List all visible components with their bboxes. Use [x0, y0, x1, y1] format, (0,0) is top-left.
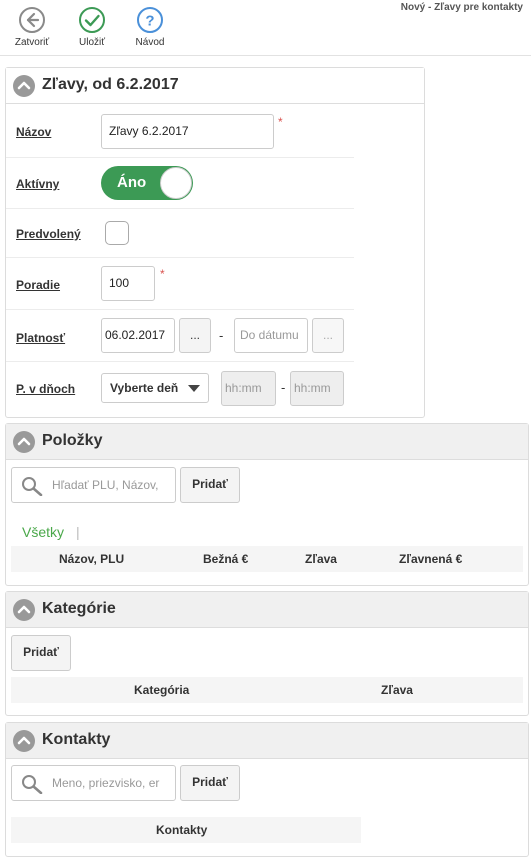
default-checkbox[interactable] — [105, 221, 129, 245]
save-label: Uložiť — [79, 37, 105, 48]
column-header[interactable]: Zľava — [381, 683, 413, 697]
contacts-add-button[interactable]: Pridať — [180, 765, 240, 801]
items-add-button[interactable]: Pridať — [180, 467, 240, 503]
default-label: Predvolený — [16, 227, 81, 241]
items-panel: Položky Hľadať PLU, Názov, Pridať Všetky… — [5, 423, 529, 586]
days-row: P. v dňoch Vyberte deň hh:mm - hh:mm — [6, 362, 354, 417]
order-input[interactable]: 100 — [101, 266, 155, 301]
active-toggle[interactable]: Áno — [101, 166, 193, 200]
window-title: Nový - Zľavy pre kontakty — [400, 2, 523, 13]
check-icon — [79, 7, 105, 33]
search-icon — [22, 477, 43, 496]
time-to-input[interactable]: hh:mm — [290, 371, 344, 406]
days-label: P. v dňoch — [16, 382, 76, 396]
help-button[interactable]: ? Návod — [125, 6, 175, 48]
contacts-title: Kontakty — [42, 731, 111, 748]
contacts-search-placeholder: Meno, priezvisko, er — [52, 776, 160, 790]
collapse-icon[interactable] — [13, 431, 35, 453]
range-dash: - — [219, 328, 224, 343]
required-mark: * — [160, 267, 165, 281]
name-input[interactable]: Zľavy 6.2.2017 — [101, 114, 274, 149]
categories-add-button[interactable]: Pridať — [11, 635, 71, 671]
name-label: Názov — [16, 125, 52, 139]
toolbar: Zatvoriť Uložiť ? Návod Nový - Zľavy pre… — [0, 0, 531, 56]
day-select[interactable]: Vyberte deň — [101, 373, 209, 403]
time-range-dash: - — [281, 380, 286, 395]
contacts-panel: Kontakty Meno, priezvisko, er Pridať Kon… — [5, 722, 529, 857]
items-panel-header[interactable]: Položky — [6, 424, 528, 460]
collapse-icon[interactable] — [13, 599, 35, 621]
column-header[interactable]: Názov, PLU — [59, 552, 124, 566]
items-search-input[interactable]: Hľadať PLU, Názov, — [11, 467, 176, 503]
categories-panel-header[interactable]: Kategórie — [6, 592, 528, 628]
toggle-label: Áno — [117, 174, 147, 191]
column-header[interactable]: Bežná € — [203, 552, 248, 566]
name-row: Názov Zľavy 6.2.2017 * — [6, 105, 354, 158]
categories-panel: Kategórie Pridať Kategória Zľava — [5, 591, 529, 716]
order-label: Poradie — [16, 278, 61, 292]
discount-panel: Zľavy, od 6.2.2017 Názov Zľavy 6.2.2017 … — [5, 67, 425, 418]
items-search-placeholder: Hľadať PLU, Názov, — [52, 478, 159, 492]
help-label: Návod — [135, 37, 165, 48]
search-icon — [22, 775, 43, 794]
categories-title: Kategórie — [42, 600, 116, 617]
save-button[interactable]: Uložiť — [67, 6, 117, 48]
items-title: Položky — [42, 432, 103, 449]
discount-title: Zľavy, od 6.2.2017 — [42, 76, 179, 93]
required-mark: * — [278, 115, 283, 129]
tab-all[interactable]: Všetky — [22, 524, 64, 540]
tab-separator: | — [76, 524, 80, 540]
svg-text:?: ? — [145, 13, 154, 30]
validity-label: Platnosť — [16, 331, 66, 345]
default-row: Predvolený — [6, 209, 354, 258]
chevron-down-icon — [188, 385, 200, 392]
collapse-icon[interactable] — [13, 730, 35, 752]
close-button[interactable]: Zatvoriť — [7, 6, 57, 48]
categories-table-header: Kategória Zľava — [11, 677, 523, 703]
column-header[interactable]: Zľava — [305, 552, 337, 566]
contacts-panel-header[interactable]: Kontakty — [6, 723, 528, 759]
discount-panel-header[interactable]: Zľavy, od 6.2.2017 — [6, 68, 424, 104]
back-arrow-icon — [19, 7, 45, 33]
day-select-value: Vyberte deň — [110, 381, 179, 395]
close-label: Zatvoriť — [14, 37, 50, 48]
contacts-search-input[interactable]: Meno, priezvisko, er — [11, 765, 176, 801]
toggle-knob — [160, 167, 192, 199]
contacts-table-header: Kontakty — [11, 817, 361, 843]
validity-row: Platnosť 06.02.2017 ... - Do dátumu ... — [6, 310, 354, 362]
items-tabs: Všetky | — [22, 524, 80, 540]
date-from-picker-button[interactable]: ... — [179, 318, 211, 353]
order-row: Poradie 100 * — [6, 258, 354, 310]
date-to-picker-button[interactable]: ... — [312, 318, 344, 353]
date-from-input[interactable]: 06.02.2017 — [101, 318, 175, 353]
active-label: Aktívny — [16, 177, 60, 191]
column-header[interactable]: Kategória — [134, 683, 189, 697]
collapse-icon[interactable] — [13, 75, 35, 97]
question-icon: ? — [137, 7, 163, 33]
active-row: Aktívny Áno — [6, 158, 354, 209]
time-from-input[interactable]: hh:mm — [221, 371, 276, 406]
date-to-input[interactable]: Do dátumu — [234, 318, 308, 353]
items-table-header: Názov, PLU Bežná € Zľava Zľavnená € — [11, 546, 523, 572]
column-header[interactable]: Kontakty — [156, 823, 207, 837]
column-header[interactable]: Zľavnená € — [399, 552, 462, 566]
